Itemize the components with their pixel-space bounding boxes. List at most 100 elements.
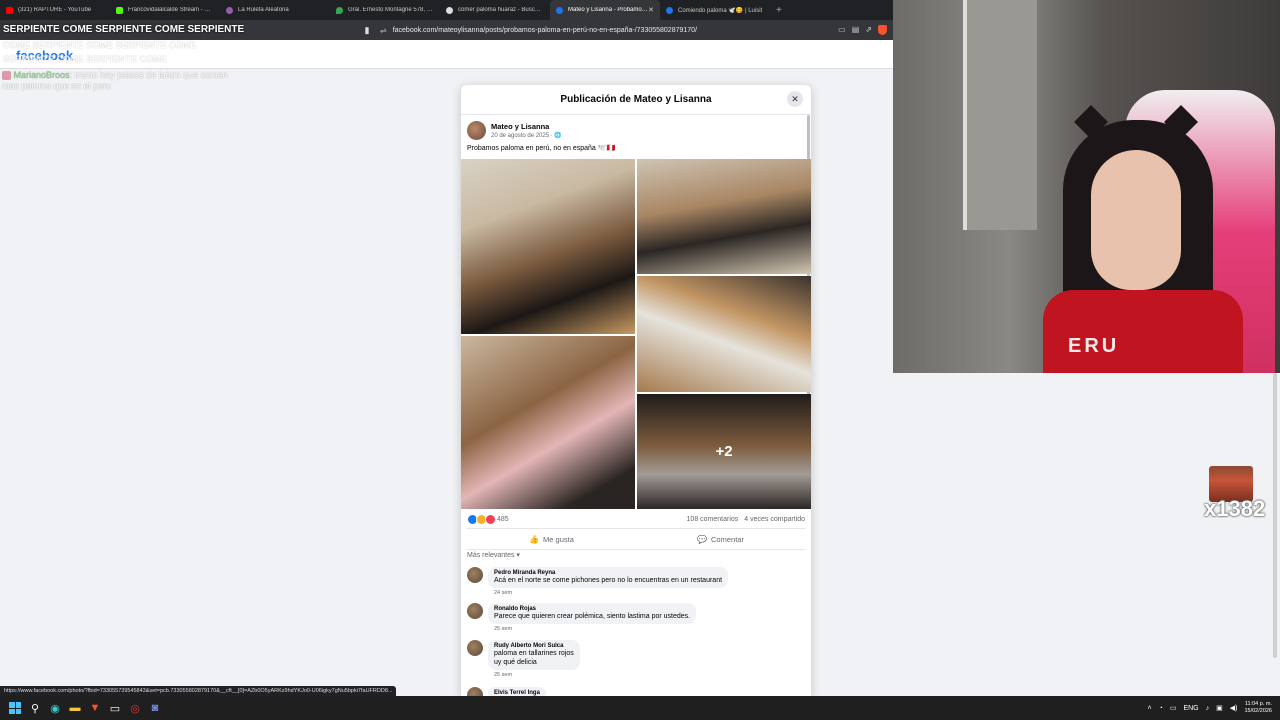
chat-username: MarianoBroos xyxy=(13,70,70,80)
clock-time: 11:04 p. m. xyxy=(1244,701,1272,707)
comment-item: Rudy Alberto Mori Sulca paloma en tallar… xyxy=(467,640,580,678)
overlay-ghost-line-2: SERPIENTE COME SERPIENTE COME xyxy=(3,54,167,64)
comment-time[interactable]: 24 sem xyxy=(494,590,728,596)
ruleta-favicon-icon xyxy=(226,6,233,14)
post-stats: 485 108 comentarios 4 veces compartido xyxy=(467,514,805,525)
comment-text: Acá en el norte se come pichones pero no… xyxy=(494,577,723,584)
share-icon[interactable]: ⇗ xyxy=(865,25,872,35)
start-button[interactable] xyxy=(8,701,22,715)
kick-favicon-icon xyxy=(116,6,123,14)
post-author[interactable]: Mateo y Lisanna xyxy=(491,122,562,131)
thumbs-up-icon: 👍 xyxy=(529,534,540,544)
like-label: Me gusta xyxy=(543,534,574,544)
comment-body: Pedro Miranda Reyna Acá en el norte se c… xyxy=(488,567,729,596)
cast-icon[interactable]: ▭ xyxy=(838,25,846,35)
like-button[interactable]: 👍 Me gusta xyxy=(467,529,636,549)
comment-body: Elvis Terrel Inga xyxy=(488,687,546,696)
post-actions: 👍 Me gusta 💬 Comentar xyxy=(467,528,805,550)
comment-time[interactable]: 25 sem xyxy=(494,672,580,678)
site-info-icon[interactable]: ⇌ xyxy=(380,26,387,35)
tab-ruleta[interactable]: La Ruleta Aleatoria xyxy=(220,0,330,20)
shares-count[interactable]: 4 veces compartido xyxy=(744,516,805,523)
discord-icon[interactable]: ◙ xyxy=(148,701,162,715)
url-field[interactable]: ⇌ facebook.com/mateoylisanna/posts/proba… xyxy=(380,26,838,35)
emote-counter: x1382 xyxy=(1204,496,1266,521)
love-reaction-icon xyxy=(485,514,496,525)
author-avatar[interactable] xyxy=(467,121,486,140)
comment-body: Ronaldo Rojas Parece que quieren crear p… xyxy=(488,603,697,632)
brave-shield-icon[interactable] xyxy=(878,25,887,35)
commenter-avatar[interactable] xyxy=(467,603,483,619)
modal-title: Publicación de Mateo y Lisanna xyxy=(560,94,712,105)
network-icon[interactable]: ◔ xyxy=(1159,705,1163,712)
tab-facebook-2[interactable]: Comiendo paloma 🕊️😋 | Luisit xyxy=(660,0,770,20)
photo-plate[interactable] xyxy=(637,276,811,392)
new-tab-button[interactable]: + xyxy=(770,5,788,16)
photo-grid: +2 xyxy=(461,159,811,509)
monitor-icon[interactable]: ▭ xyxy=(1170,704,1177,712)
reaction-count[interactable]: 485 xyxy=(497,516,509,523)
tab-maps[interactable]: Gral. Ernesto Montagne 578, Miraflo xyxy=(330,0,440,20)
comment-item: Pedro Miranda Reyna Acá en el norte se c… xyxy=(467,567,729,596)
post-modal: Publicación de Mateo y Lisanna ✕ Mateo y… xyxy=(461,85,811,696)
commenter-avatar[interactable] xyxy=(467,567,483,583)
post-date[interactable]: 20 de agosto de 2025 · 🌐 xyxy=(491,132,562,139)
post-header: Mateo y Lisanna 20 de agosto de 2025 · 🌐 xyxy=(467,121,562,140)
comment-bubble: Ronaldo Rojas Parece que quieren crear p… xyxy=(488,603,697,624)
mic-icon[interactable]: ♪ xyxy=(1206,705,1210,712)
comment-button[interactable]: 💬 Comentar xyxy=(636,529,805,549)
chevron-up-icon[interactable]: ˄ xyxy=(1148,705,1152,712)
author-block: Mateo y Lisanna 20 de agosto de 2025 · 🌐 xyxy=(491,122,562,139)
tab-search[interactable]: comer paloma huaraz - Buscar con G xyxy=(440,0,550,20)
comment-time[interactable]: 25 sem xyxy=(494,626,696,632)
obs-icon[interactable]: ◎ xyxy=(128,701,142,715)
reactions[interactable] xyxy=(467,514,496,525)
edge-icon[interactable]: ◉ xyxy=(48,701,62,715)
stats-right: 108 comentarios 4 veces compartido xyxy=(687,516,805,523)
windows-logo-icon xyxy=(9,702,21,714)
comments-count[interactable]: 108 comentarios xyxy=(687,516,739,523)
comment-body: Rudy Alberto Mori Sulca paloma en tallar… xyxy=(488,640,580,678)
display-icon[interactable]: ▣ xyxy=(1216,704,1223,712)
browser-tab-bar: (321) RAPTURE - YouTube Francovidalalcal… xyxy=(0,0,893,20)
taskbar-clock[interactable]: 11:04 p. m. 15/02/2026 xyxy=(1244,701,1272,715)
tab-facebook-active[interactable]: Mateo y Lisanna - Probamos pa ✕ xyxy=(550,0,660,20)
volume-icon[interactable]: ◀) xyxy=(1230,704,1238,712)
reader-icon[interactable]: ▤ xyxy=(852,25,860,35)
commenter-avatar[interactable] xyxy=(467,687,483,696)
post-caption: Probamos paloma en perú, no en españa 🕊️… xyxy=(467,145,616,152)
clock-date: 15/02/2026 xyxy=(1244,708,1272,714)
lang-indicator[interactable]: ENG xyxy=(1183,705,1198,712)
modal-header: Publicación de Mateo y Lisanna ✕ xyxy=(461,85,811,115)
webcam-feed: ERU xyxy=(893,0,1280,373)
youtube-favicon-icon xyxy=(6,6,13,14)
tab-close-icon[interactable]: ✕ xyxy=(648,6,654,14)
comment-sort-dropdown[interactable]: Más relevantes ▾ xyxy=(467,551,520,559)
photo-woman-jar[interactable] xyxy=(461,159,635,334)
photo-more[interactable]: +2 xyxy=(637,394,811,509)
bookmark-icon[interactable]: ▮ xyxy=(360,25,374,36)
facebook-favicon-icon xyxy=(556,6,563,14)
overlay-ghost-line-1: COME SERPIENTE COME SERPIENTE COME xyxy=(3,40,197,50)
streamer-shirt xyxy=(1043,290,1243,373)
brave-icon[interactable]: ▼ xyxy=(88,701,102,715)
tab-kick[interactable]: Francovidalalcalde Stream - Watch Li xyxy=(110,0,220,20)
link-status-bar: https://www.facebook.com/photo/?fbid=733… xyxy=(0,686,397,696)
commenter-avatar[interactable] xyxy=(467,640,483,656)
overlay-serpiente-title: SERPIENTE COME SERPIENTE COME SERPIENTE xyxy=(3,24,245,35)
streamer-face xyxy=(1091,150,1181,290)
file-explorer-icon[interactable]: ▬ xyxy=(68,701,82,715)
page-scrollbar[interactable] xyxy=(1273,373,1277,658)
photo-man-jar[interactable] xyxy=(637,159,811,274)
system-tray: ˄ ◔ ▭ ENG ♪ ▣ ◀) 11:04 p. m. 15/02/2026 xyxy=(1148,701,1280,715)
comment-icon: 💬 xyxy=(697,534,708,544)
more-photos-count: +2 xyxy=(715,443,733,460)
search-icon[interactable]: ⚲ xyxy=(28,701,42,715)
photo-two-women[interactable] xyxy=(461,336,635,509)
comment-bubble: Elvis Terrel Inga xyxy=(488,687,546,696)
modal-close-button[interactable]: ✕ xyxy=(787,91,803,107)
comment-text: paloma en tallarines rojos uy qué delici… xyxy=(494,650,574,666)
terminal-icon[interactable]: ▭ xyxy=(108,701,122,715)
tab-youtube[interactable]: (321) RAPTURE - YouTube xyxy=(0,0,110,20)
maps-pin-icon xyxy=(336,6,343,14)
